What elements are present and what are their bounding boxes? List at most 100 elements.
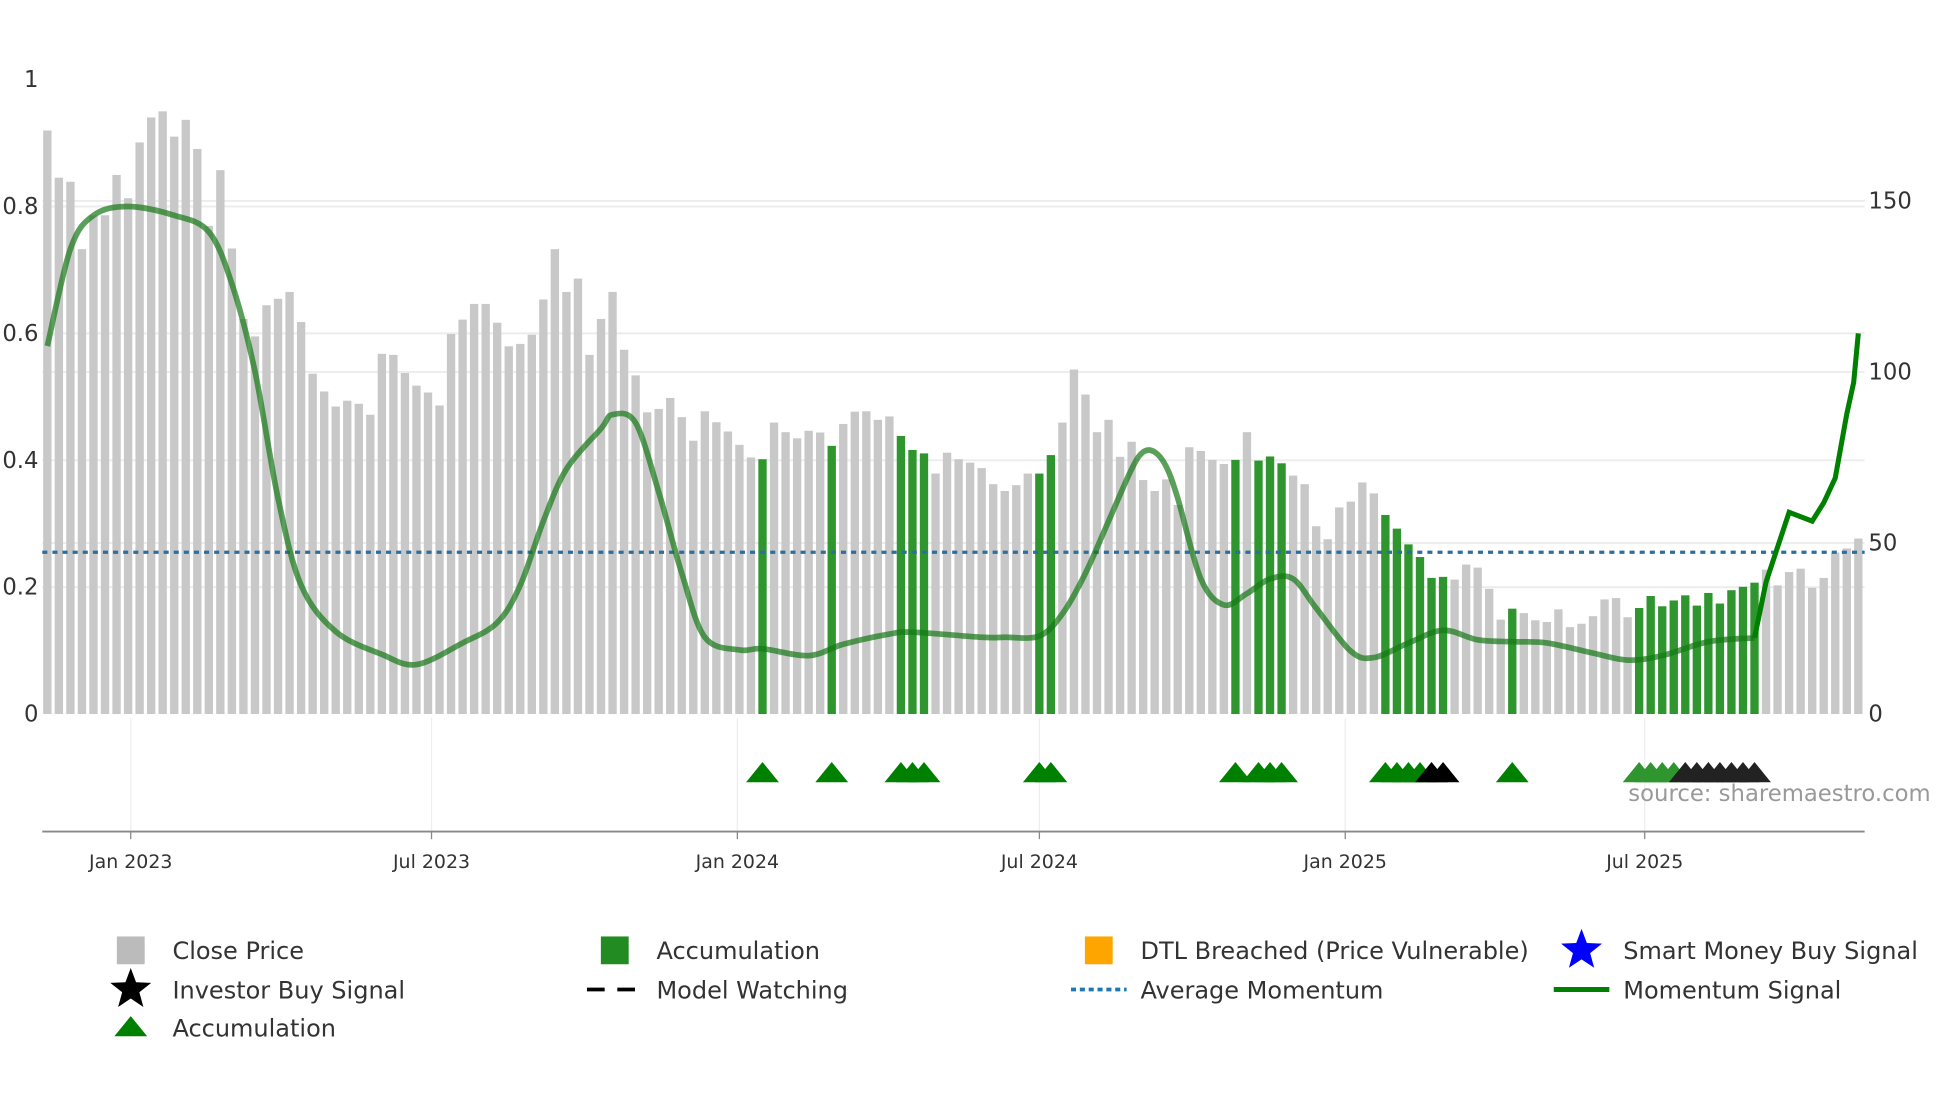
momentum-chart: Jan 2023 Jul 2023 Jan 2024 Jul 2024 Jan 2025… [2, 67, 1930, 1042]
close-price-bar [1854, 538, 1863, 715]
accumulation-bar [1681, 595, 1690, 715]
close-price-bar [608, 291, 617, 715]
close-price-bar [135, 142, 144, 715]
close-price-bar [1842, 548, 1851, 715]
square-icon [1084, 936, 1113, 965]
x-tick-label: Jan 2023 [88, 851, 172, 873]
close-price-bar [1831, 552, 1840, 715]
close-price-bar [989, 484, 998, 715]
close-price-bar [527, 334, 536, 715]
legend-item: Close Price [116, 936, 304, 965]
right-tick-label: 150 [1868, 189, 1911, 215]
star-icon [1561, 928, 1603, 968]
close-price-bar [493, 322, 502, 715]
close-price-bar [839, 423, 848, 715]
close-price-bar [700, 411, 710, 715]
close-price-bar [193, 148, 202, 715]
close-price-bar [100, 215, 110, 715]
close-price-bar [43, 130, 52, 715]
legend-item: Momentum Signal [1553, 976, 1841, 1004]
close-price-bar [296, 322, 306, 715]
accumulation-bar [908, 449, 917, 715]
accumulation-bar [1392, 528, 1402, 715]
close-price-bar [573, 278, 583, 715]
accumulation-bar [919, 453, 929, 715]
close-price-bar [1242, 432, 1252, 715]
left-tick-label: 0.4 [2, 448, 38, 474]
close-price-bar [158, 111, 167, 715]
close-price-bar [1496, 619, 1505, 715]
close-price-bar [977, 468, 986, 715]
accumulation-marker [746, 762, 779, 783]
accumulation-bar [1265, 456, 1275, 715]
close-price-bar [1288, 475, 1298, 715]
legend-item: Investor Buy Signal [110, 968, 405, 1007]
close-price-bar [1369, 493, 1379, 715]
close-price-bar [1173, 505, 1182, 715]
close-price-bar [1092, 432, 1102, 715]
close-price-bar [516, 343, 525, 715]
close-price-bar [816, 432, 825, 715]
close-price-bar [654, 408, 663, 715]
close-price-bar [804, 430, 813, 715]
close-price-bar [873, 419, 883, 715]
legend-item: Accumulation [114, 1014, 336, 1042]
close-price-bar [181, 119, 190, 715]
close-price-bar [954, 459, 963, 715]
close-price-bar [723, 431, 733, 715]
right-tick-label: 100 [1868, 360, 1911, 386]
close-price-bar [781, 432, 790, 715]
close-price-bar [377, 353, 387, 715]
close-price-bar [1450, 579, 1459, 715]
close-price-bar [123, 198, 133, 715]
right-tick-label: 50 [1868, 531, 1897, 557]
legend-label: Accumulation [172, 1014, 336, 1042]
close-price-bar [1577, 623, 1586, 715]
close-price-bar [666, 397, 675, 715]
close-price-bar [1346, 501, 1355, 715]
close-price-bar [204, 225, 214, 715]
close-price-bar [1000, 491, 1009, 715]
accumulation-bar [1692, 605, 1701, 715]
close-price-bar [1127, 441, 1136, 715]
close-price-bar [1773, 585, 1782, 715]
triangle-icon [114, 1016, 148, 1037]
accumulation-bar [1381, 514, 1390, 715]
close-price-bar [331, 406, 340, 715]
legend-item: Smart Money Buy Signal [1561, 928, 1918, 968]
x-tick-label: Jan 2025 [1303, 851, 1387, 873]
accumulation-bar [1046, 455, 1056, 715]
square-icon [600, 936, 629, 965]
accumulation-bar [758, 459, 767, 715]
close-price-bar [77, 249, 87, 715]
close-price-bar [1081, 394, 1090, 715]
close-price-bar [343, 400, 352, 715]
legend-label: Close Price [172, 937, 304, 965]
close-price-bar [446, 333, 456, 715]
accumulation-bar [1508, 608, 1517, 715]
accumulation-bar [1404, 544, 1413, 715]
close-price-bar [735, 444, 744, 715]
legend-label: Average Momentum [1140, 976, 1383, 1004]
accumulation-bar [1035, 473, 1044, 715]
close-price-bar [1531, 620, 1540, 715]
close-price-bar [1023, 473, 1032, 715]
close-price-bar [1542, 622, 1552, 715]
left-tick-label: 0.8 [2, 194, 38, 220]
x-tick-label: Jan 2024 [695, 851, 779, 873]
close-price-bar [285, 291, 294, 715]
accumulation-bar [1231, 459, 1240, 715]
accumulation-bar [896, 435, 906, 715]
close-price-bar [862, 411, 871, 715]
close-price-bar [1808, 587, 1817, 715]
legend-item: Average Momentum [1070, 976, 1383, 1004]
star-icon [110, 968, 152, 1007]
close-price-bar [1150, 491, 1159, 715]
close-price-bar [585, 354, 594, 715]
close-price-bar [1069, 369, 1079, 715]
close-price-bar [1796, 568, 1805, 715]
close-price-bar [619, 349, 629, 715]
left-tick-label: 1 [24, 67, 38, 93]
close-price-bar [1138, 480, 1148, 715]
close-price-bar [239, 318, 248, 715]
